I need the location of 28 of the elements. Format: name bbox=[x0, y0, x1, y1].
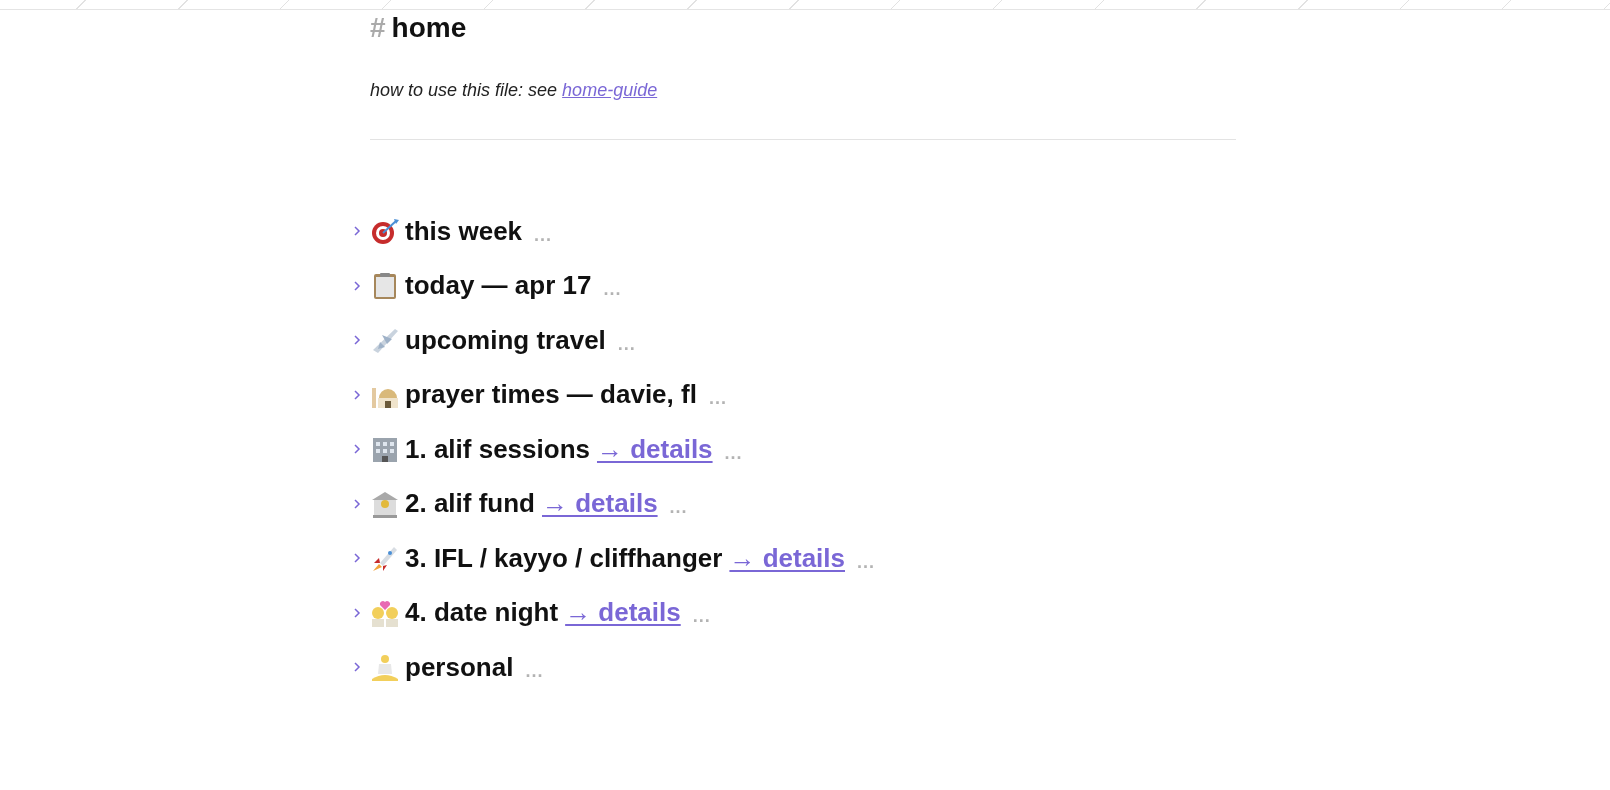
details-link[interactable]: → details bbox=[565, 597, 681, 629]
section-title[interactable]: 2. alif fund bbox=[405, 488, 535, 520]
chevron-right-icon[interactable] bbox=[352, 497, 362, 510]
section-title[interactable]: 4. date night bbox=[405, 597, 559, 629]
section-title[interactable]: 1. alif sessions bbox=[405, 433, 590, 465]
chevron-right-icon[interactable] bbox=[352, 388, 362, 401]
section-title[interactable]: this week bbox=[405, 215, 523, 247]
chevron-right-icon[interactable] bbox=[352, 443, 362, 456]
heading-hash: # bbox=[370, 12, 386, 44]
section-title[interactable]: personal bbox=[405, 651, 514, 683]
chevron-right-icon[interactable] bbox=[352, 552, 362, 565]
section-title[interactable]: today — apr 17 bbox=[405, 270, 592, 302]
section-title[interactable]: 3. IFL / kayyo / cliffhanger bbox=[405, 542, 723, 574]
chevron-right-icon[interactable] bbox=[352, 279, 362, 292]
section-title[interactable]: upcoming travel bbox=[405, 324, 606, 356]
meditation-icon bbox=[370, 652, 400, 683]
chevron-right-icon[interactable] bbox=[352, 661, 362, 674]
details-link[interactable]: → details bbox=[597, 433, 713, 465]
chevron-right-icon[interactable] bbox=[352, 225, 362, 238]
details-link[interactable]: → details bbox=[542, 488, 658, 520]
details-link[interactable]: → details bbox=[729, 542, 845, 574]
target-icon bbox=[370, 216, 400, 247]
chevron-right-icon[interactable] bbox=[352, 606, 362, 619]
guide-link[interactable]: home-guide bbox=[562, 80, 658, 101]
intro-text: how to use this file: see bbox=[370, 80, 558, 101]
page-title: home bbox=[391, 12, 467, 44]
section-title[interactable]: prayer times — davie, fl bbox=[405, 379, 697, 411]
chevron-right-icon[interactable] bbox=[352, 334, 362, 347]
